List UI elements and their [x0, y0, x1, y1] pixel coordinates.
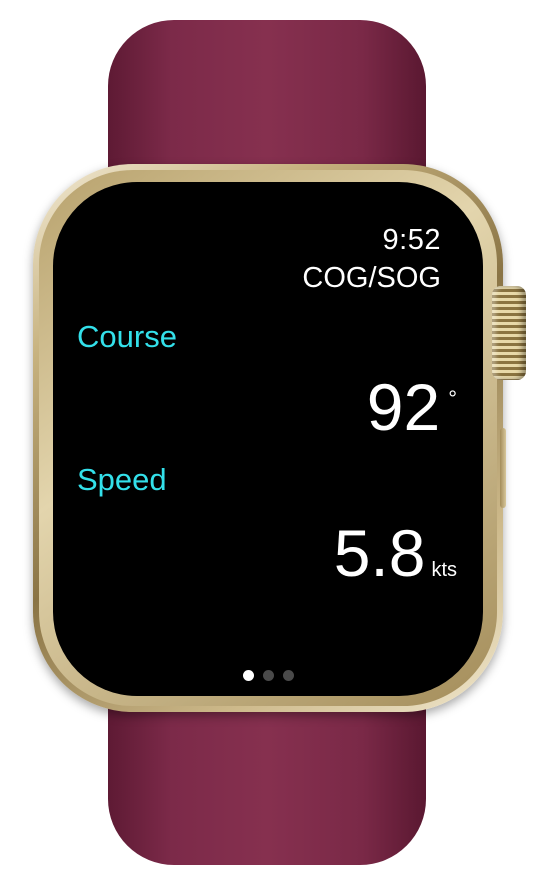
course-readout: 92 ° [367, 374, 457, 440]
page-dot-2[interactable] [262, 670, 274, 681]
status-time: 9:52 [382, 224, 441, 256]
course-label: Course [77, 319, 177, 354]
digital-crown[interactable] [492, 286, 526, 380]
speed-readout: 5.8 kts [334, 520, 457, 586]
speed-value: 5.8 [333, 516, 426, 590]
speed-label: Speed [77, 462, 167, 497]
screen-title: COG/SOG [302, 262, 441, 294]
speed-unit: kts [431, 559, 457, 581]
course-unit: ° [448, 386, 457, 411]
course-value: 92 [366, 370, 441, 444]
page-indicator[interactable] [53, 670, 483, 681]
page-dot-3[interactable] [282, 670, 294, 681]
page-dot-1[interactable] [242, 670, 254, 681]
watch-screen: 9:52 COG/SOG Course 92 ° Speed 5.8 kts [53, 182, 483, 696]
side-button[interactable] [500, 428, 506, 508]
